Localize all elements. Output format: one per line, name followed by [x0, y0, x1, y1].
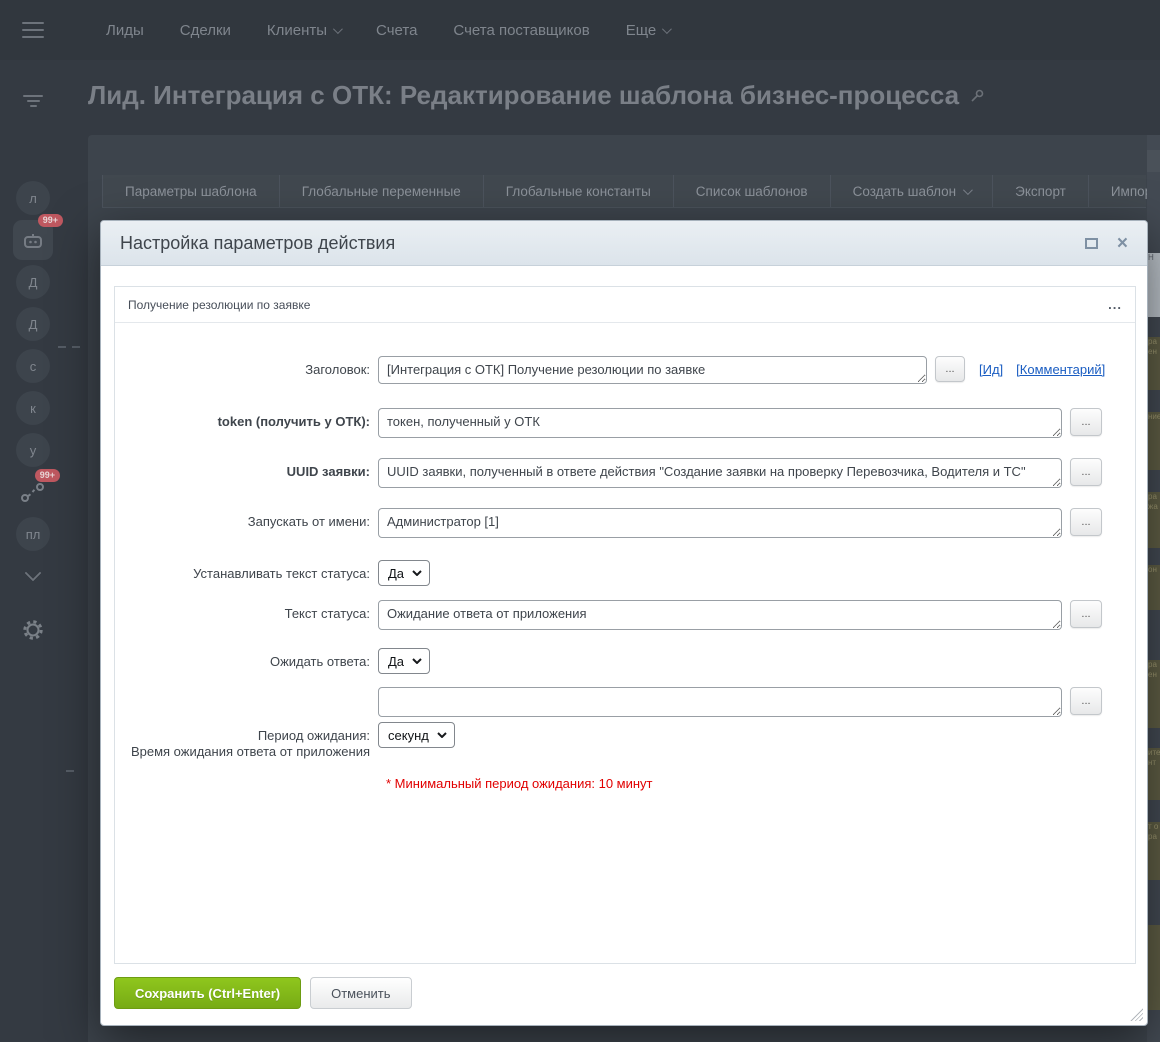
tab-create-template[interactable]: Создать шаблон [829, 175, 993, 207]
wait-response-select[interactable]: Да [378, 648, 431, 674]
title-input[interactable]: [Интеграция с ОТК] Получение резолюции п… [378, 356, 927, 384]
run-as-input[interactable]: Администратор [1] [378, 508, 1062, 538]
top-navigation: Лиды Сделки Клиенты Счета Счета поставщи… [106, 22, 673, 39]
insert-value-button[interactable]: ... [1070, 687, 1102, 715]
connector-dash [72, 346, 80, 348]
token-input[interactable]: токен, полученный у ОТК [378, 408, 1062, 438]
field-row-title: Заголовок: [Интеграция с ОТК] Получение … [115, 356, 1135, 384]
field-label [115, 687, 378, 693]
chevron-down-icon [24, 564, 42, 582]
wait-period-unit-select[interactable]: секунд [378, 722, 455, 748]
avatar[interactable]: Д [16, 265, 50, 299]
status-text-input[interactable]: Ожидание ответа от приложения [378, 600, 1062, 630]
maximize-icon[interactable] [1084, 237, 1098, 249]
insert-value-button[interactable]: ... [1070, 458, 1102, 486]
tab-template-params[interactable]: Параметры шаблона [102, 175, 279, 207]
avatar[interactable]: пл [16, 517, 50, 551]
avatar[interactable]: к [16, 391, 50, 425]
chevron-down-icon [412, 658, 422, 664]
insert-value-button[interactable]: ... [935, 356, 965, 382]
field-row-wait-period: Период ожидания: Время ожидания ответа о… [115, 722, 1135, 760]
activity-parameters-form: Заголовок: [Интеграция с ОТК] Получение … [115, 323, 1135, 791]
notification-badge: 99+ [34, 469, 60, 482]
set-status-select[interactable]: Да [378, 560, 431, 586]
insert-value-button[interactable]: ... [1070, 408, 1102, 436]
minimum-wait-warning: * Минимальный период ожидания: 10 минут [386, 776, 653, 791]
field-row-run-as: Запускать от имени: Администратор [1] ..… [115, 508, 1135, 538]
chevron-down-icon [333, 23, 343, 34]
connector-dash [58, 346, 66, 348]
dialog-footer: Сохранить (Ctrl+Enter) Отменить [114, 977, 412, 1009]
save-button[interactable]: Сохранить (Ctrl+Enter) [114, 977, 302, 1009]
tab-global-variables[interactable]: Глобальные переменные [278, 175, 483, 207]
chevron-down-icon [662, 23, 673, 34]
chevron-down-icon [963, 184, 973, 195]
field-label: Ожидать ответа: [269, 654, 370, 669]
dialog-title: Настройка параметров действия [120, 232, 396, 253]
avatar[interactable]: у [16, 433, 50, 467]
tab-global-constants[interactable]: Глобальные константы [482, 175, 673, 207]
field-label: Заголовок: [305, 362, 370, 377]
crm-funnel-icon[interactable] [16, 84, 50, 118]
action-settings-dialog: Настройка параметров действия × Получени… [100, 220, 1148, 1026]
activity-settings-box: Получение резолюции по заявке ... Заголо… [114, 286, 1136, 964]
wait-value-input[interactable] [378, 687, 1062, 717]
notification-badge: 99+ [37, 214, 63, 227]
activity-name: Получение резолюции по заявке [128, 297, 311, 312]
uuid-input[interactable]: UUID заявки, полученный в ответе действи… [378, 458, 1062, 488]
field-row-wait-value: ... [115, 687, 1135, 717]
tab-template-list[interactable]: Список шаблонов [672, 175, 830, 207]
avatar[interactable]: л [16, 181, 50, 215]
insert-value-button[interactable]: ... [1070, 600, 1102, 628]
chevron-down-icon [412, 570, 422, 576]
screen: Лиды Сделки Клиенты Счета Счета поставщи… [0, 0, 1160, 1042]
nav-leads[interactable]: Лиды [106, 22, 144, 39]
field-label: Запускать от имени: [247, 514, 370, 529]
dialog-titlebar[interactable]: Настройка параметров действия × [101, 221, 1147, 266]
field-label: Устанавливать текст статуса: [193, 566, 370, 581]
field-row-status-text: Текст статуса: Ожидание ответа от прилож… [115, 600, 1135, 630]
avatar[interactable]: с [16, 349, 50, 383]
nav-clients[interactable]: Клиенты [267, 22, 343, 39]
left-sidebar: л 99+ Д Д с к у 99+ пл [0, 60, 66, 1042]
activity-accordion-header[interactable]: Получение резолюции по заявке ... [115, 287, 1135, 323]
nav-more[interactable]: Еще [626, 22, 673, 39]
field-row-uuid: UUID заявки: UUID заявки, полученный в о… [115, 458, 1135, 488]
settings-gear-icon[interactable] [16, 613, 50, 647]
field-row-set-status: Устанавливать текст статуса: Да [115, 560, 1135, 586]
nav-invoices[interactable]: Счета [376, 22, 417, 39]
cancel-button[interactable]: Отменить [310, 977, 412, 1009]
connector-dash [66, 770, 74, 772]
expand-sidebar-button[interactable] [16, 556, 50, 590]
top-bar: Лиды Сделки Клиенты Счета Счета поставщи… [0, 0, 1160, 60]
page-title: Лид. Интеграция с ОТК: Редактирование ша… [88, 80, 985, 111]
field-label: UUID заявки: [286, 464, 370, 479]
field-sublabel: Время ожидания ответа от приложения [130, 744, 370, 759]
nav-deals[interactable]: Сделки [180, 22, 231, 39]
field-row-token: token (получить у ОТК): токен, полученны… [115, 408, 1135, 438]
workflow-icon[interactable]: 99+ [16, 469, 60, 509]
comment-link[interactable]: [Комментарий] [1016, 362, 1105, 377]
workflow-canvas-edge: Н ра ен ние ра жа он ра ен ите нт т о ра [1147, 135, 1160, 1042]
insert-value-button[interactable]: ... [1070, 508, 1102, 536]
copilot-icon[interactable]: 99+ [13, 214, 63, 260]
close-icon[interactable]: × [1117, 234, 1128, 253]
avatar[interactable]: Д [16, 307, 50, 341]
chevron-down-icon [437, 732, 447, 738]
editor-toolbar: Параметры шаблона Глобальные переменные … [102, 175, 1158, 207]
field-label: token (получить у ОТК): [217, 414, 370, 429]
ellipsis-menu-icon[interactable]: ... [1108, 297, 1122, 312]
tab-export[interactable]: Экспорт [992, 175, 1088, 207]
nav-supplier-invoices[interactable]: Счета поставщиков [453, 22, 589, 39]
field-label: Текст статуса: [284, 606, 370, 621]
field-row-wait-response: Ожидать ответа: Да [115, 648, 1135, 674]
pin-icon[interactable] [969, 88, 985, 104]
field-label: Период ожидания: Время ожидания ответа о… [115, 722, 378, 760]
robot-icon [24, 234, 42, 248]
menu-toggle-icon[interactable] [22, 22, 44, 38]
id-link[interactable]: [Ид] [979, 362, 1003, 377]
resize-handle[interactable] [1128, 1006, 1143, 1021]
